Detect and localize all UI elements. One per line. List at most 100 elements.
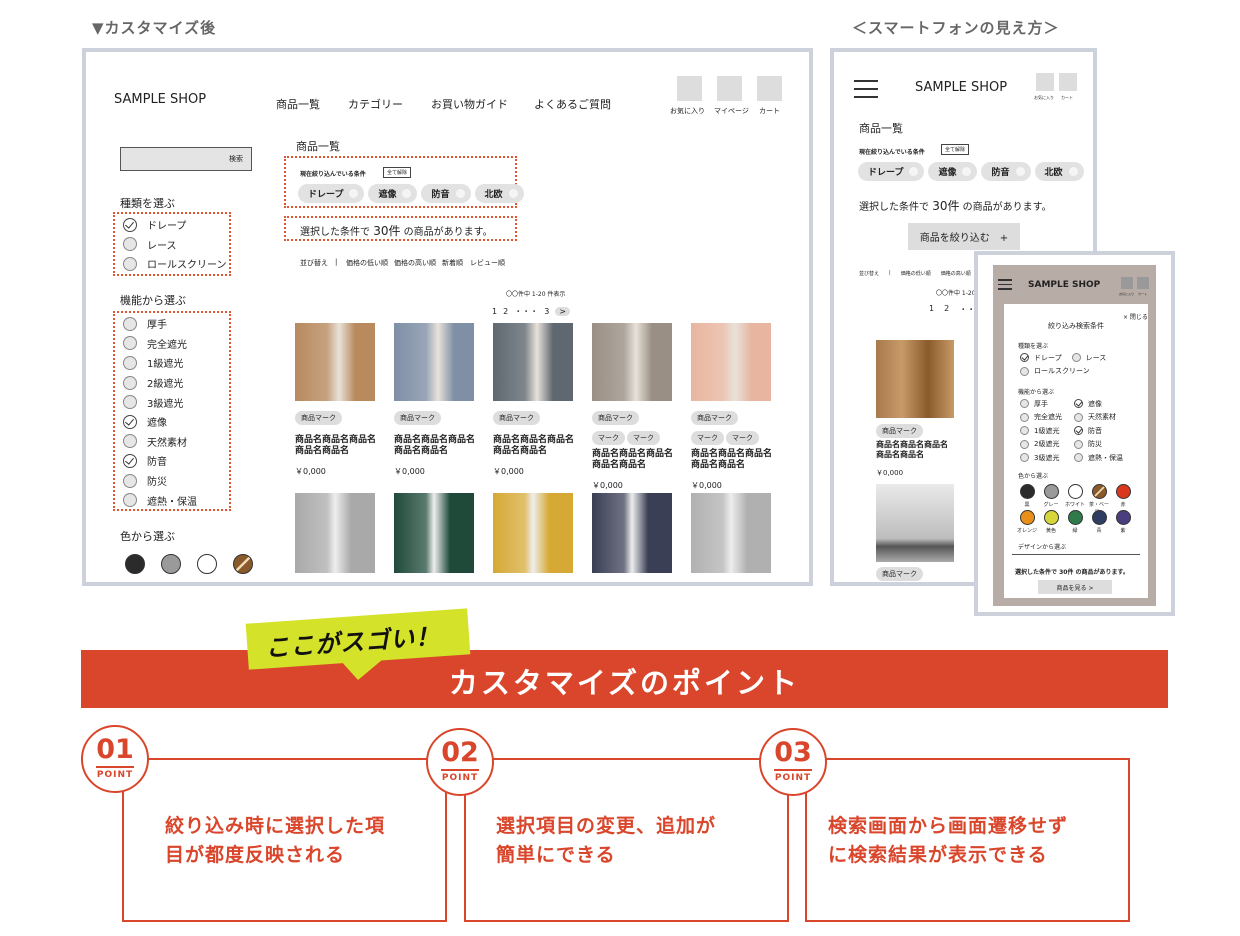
modal-hamburger-icon[interactable] [998,279,1012,290]
modal-color-swatch[interactable] [1116,484,1131,499]
modal-type-checkbox-icon[interactable] [1020,353,1029,363]
function-option[interactable]: 2級遮光 [123,373,197,393]
sp-condition-chip[interactable]: ドレープ [858,162,925,181]
modal-function-option[interactable]: 天然素材 [1074,411,1123,425]
product-image[interactable] [394,323,474,401]
favorite-icon[interactable] [677,76,702,101]
product-name[interactable]: 商品名商品名商品名 商品名商品名 [592,449,674,471]
condition-chip[interactable]: 遮像 [368,184,418,203]
color-swatch[interactable] [161,554,181,574]
function-option[interactable]: 遮熱・保温 [123,490,197,510]
color-swatch[interactable] [197,554,217,574]
page-1[interactable]: 1 [492,307,497,316]
type-option[interactable]: ドレープ [123,215,227,235]
sp-product-name[interactable]: 商品名商品名商品名 商品名商品名 [876,440,948,460]
modal-type-option[interactable]: ロールスクリーン [1020,365,1140,379]
sp-product-image-2[interactable] [876,484,954,562]
sp-sort-price-low[interactable]: 価格の低い順 [901,270,931,277]
product-name[interactable]: 商品名商品名商品名 商品名商品名 [493,435,575,457]
type-checkbox-icon[interactable] [123,217,137,232]
modal-type-checkbox-icon[interactable] [1020,366,1029,376]
page-3[interactable]: 3 [544,307,549,316]
cart-icon[interactable] [757,76,782,101]
modal-color-swatch[interactable] [1068,484,1083,499]
modal-type-option[interactable]: レース [1071,351,1106,365]
modal-function-checkbox-icon[interactable] [1074,412,1083,422]
function-checkbox-icon[interactable] [123,493,137,508]
chip-remove-icon[interactable] [1068,167,1078,176]
modal-function-option[interactable]: 3級遮光 [1020,451,1062,465]
chip-remove-icon[interactable] [455,189,465,198]
modal-function-option[interactable]: 遮像 [1074,397,1123,411]
product-card[interactable]: 商品マークマーク マーク 商品名商品名商品名 商品名商品名 ￥0,000 [592,323,674,491]
product-card[interactable]: 商品マーク 商品名商品名商品名 商品名商品名 ￥0,000 [394,323,476,477]
modal-color-swatch[interactable] [1020,510,1035,525]
product-card[interactable]: 商品マーク 商品名商品名商品名 商品名商品名 ￥0,000 [295,323,377,477]
function-option[interactable]: 厚手 [123,314,197,334]
modal-function-option[interactable]: 遮熱・保温 [1074,451,1123,465]
nav-item-guide[interactable]: お買い物ガイド [431,96,508,112]
product-name[interactable]: 商品名商品名商品名 商品名商品名 [394,435,476,457]
function-checkbox-icon[interactable] [123,316,137,331]
function-option[interactable]: 防音 [123,451,197,471]
function-option[interactable]: 完全遮光 [123,334,197,354]
condition-chip[interactable]: 防音 [421,184,471,203]
modal-function-option[interactable]: 1級遮光 [1020,424,1062,438]
function-checkbox-icon[interactable] [123,453,137,468]
modal-function-checkbox-icon[interactable] [1074,439,1083,449]
sp-logo[interactable]: SAMPLE SHOP [915,80,1007,95]
type-checkbox-icon[interactable] [123,237,137,252]
product-card[interactable]: 商品マークマーク マーク 商品名商品名商品名 商品名商品名 ￥0,000 [691,323,773,491]
search-button[interactable]: 検索 [229,154,243,164]
sp-clear-all-button[interactable]: 全て解除 [941,144,970,155]
sp-favorite-icon[interactable] [1036,73,1054,91]
modal-function-option[interactable]: 防音 [1074,424,1123,438]
sp-page-2[interactable]: 2 [944,304,949,315]
modal-close-button[interactable]: × 閉じる [1123,312,1148,321]
function-option[interactable]: 遮像 [123,412,197,432]
function-option[interactable]: 天然素材 [123,432,197,452]
condition-chip[interactable]: 北欧 [474,184,524,203]
product-card[interactable]: 商品マーク 商品名商品名商品名 商品名商品名 ￥0,000 [493,323,575,477]
modal-favorite-icon[interactable] [1121,277,1133,289]
product-image[interactable] [394,493,474,573]
sp-cart-icon[interactable] [1059,73,1077,91]
function-option[interactable]: 防災 [123,471,197,491]
pc-logo[interactable]: SAMPLE SHOP [114,92,206,107]
nav-item-products[interactable]: 商品一覧 [276,96,320,112]
modal-function-option[interactable]: 完全遮光 [1020,411,1062,425]
type-option[interactable]: ロールスクリーン [123,254,227,274]
sp-product-image[interactable] [876,340,954,418]
chip-remove-icon[interactable] [1015,167,1025,176]
modal-cart-icon[interactable] [1137,277,1149,289]
function-checkbox-icon[interactable] [123,375,137,390]
function-option[interactable]: 1級遮光 [123,353,197,373]
chip-remove-icon[interactable] [349,189,359,198]
product-image[interactable] [691,323,771,401]
color-swatch[interactable] [233,554,253,574]
condition-chip[interactable]: ドレープ [298,184,365,203]
modal-color-swatch[interactable] [1044,510,1059,525]
modal-function-checkbox-icon[interactable] [1020,399,1029,409]
sp-condition-chip[interactable]: 防音 [981,162,1031,181]
modal-function-option[interactable]: 厚手 [1020,397,1062,411]
modal-color-swatch[interactable] [1044,484,1059,499]
modal-color-swatch[interactable] [1020,484,1035,499]
sort-newest[interactable]: 新着順 [442,258,463,268]
modal-function-option[interactable]: 2級遮光 [1020,438,1062,452]
sort-review[interactable]: レビュー順 [470,258,505,268]
product-image[interactable] [691,493,771,573]
sp-filter-button[interactable]: 商品を絞り込む + [908,223,1020,250]
chip-remove-icon[interactable] [909,167,919,176]
page-next[interactable]: > [555,307,570,316]
modal-color-swatch[interactable] [1092,510,1107,525]
product-image[interactable] [592,493,672,573]
function-checkbox-icon[interactable] [123,336,137,351]
mypage-icon[interactable] [717,76,742,101]
modal-color-swatch[interactable] [1068,510,1083,525]
product-image[interactable] [592,323,672,401]
sort-price-high[interactable]: 価格の高い順 [394,258,436,268]
sp-page-1[interactable]: 1 [929,304,934,315]
modal-see-products-button[interactable]: 商品を見る > [1038,580,1112,594]
type-option[interactable]: レース [123,235,227,255]
